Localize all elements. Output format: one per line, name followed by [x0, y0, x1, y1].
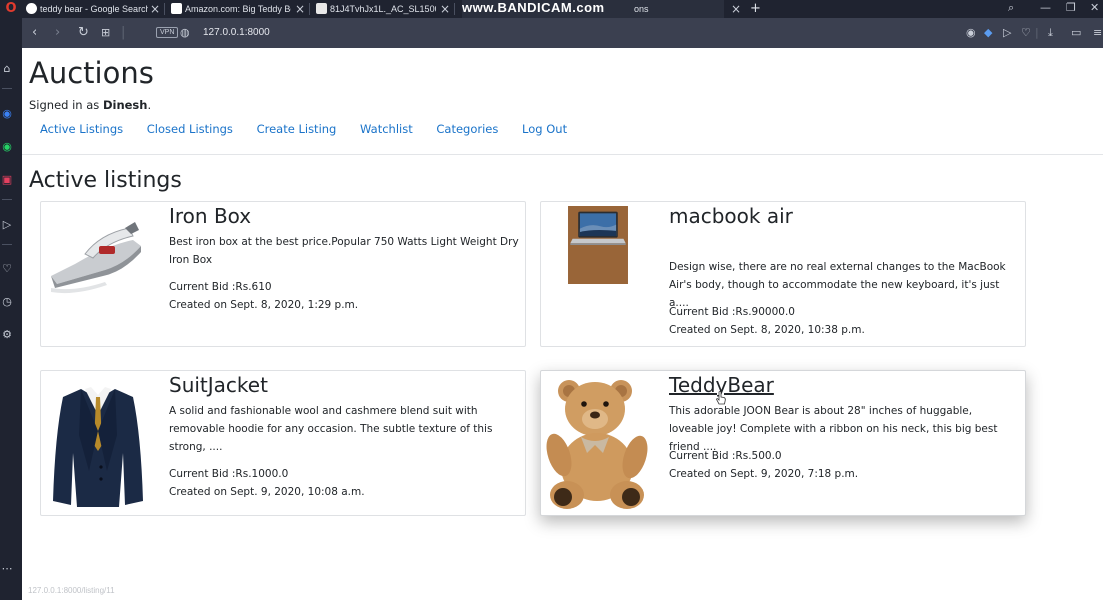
tab-separator [309, 3, 310, 15]
signed-in-text: Signed in as Dinesh. [29, 98, 152, 112]
settings-icon[interactable]: ⚙ [0, 328, 14, 342]
new-tab-icon[interactable]: + [750, 0, 761, 18]
back-icon[interactable]: ‹ [32, 18, 37, 48]
listing-card-teddy-bear[interactable]: TeddyBear This adorable JOON Bear is abo… [540, 370, 1026, 516]
page-title: Auctions [29, 56, 154, 90]
vpn-badge[interactable]: VPN [156, 27, 179, 38]
instagram-icon[interactable]: ▣ [0, 173, 14, 187]
download-icon[interactable]: ⤓ [1048, 18, 1053, 48]
listing-title[interactable]: macbook air [669, 204, 809, 229]
header-divider [22, 154, 1103, 155]
minimize-icon[interactable]: — [1040, 0, 1051, 16]
listing-card-suit-jacket[interactable]: SuitJacket A solid and fashionable wool … [40, 370, 526, 516]
nav-watchlist[interactable]: Watchlist [360, 122, 413, 136]
history-icon[interactable]: ◷ [0, 295, 14, 309]
battery-icon[interactable]: ▭ [1071, 18, 1081, 48]
heart-icon[interactable]: ♡ [1021, 18, 1031, 48]
whatsapp-icon[interactable]: ◉ [0, 140, 14, 154]
hand-cursor-icon [716, 391, 726, 405]
divider: | [121, 25, 126, 40]
current-bid: Current Bid :Rs.1000.0 [169, 468, 289, 480]
listing-description: Best iron box at the best price.Popular … [169, 236, 519, 266]
listing-card-iron-box[interactable]: Iron Box Best iron box at the best price… [40, 201, 526, 347]
image-favicon-icon [316, 3, 327, 15]
menu-icon[interactable]: ≡ [1093, 18, 1102, 48]
tab-google-search[interactable]: teddy bear - Google Search [26, 0, 148, 18]
close-icon[interactable]: × [150, 0, 160, 18]
listing-description: This adorable JOON Bear is about 28" inc… [669, 405, 998, 453]
close-window-icon[interactable]: ✕ [1090, 0, 1099, 16]
nav-closed-listings[interactable]: Closed Listings [147, 122, 233, 136]
sidebar-separator [2, 244, 12, 245]
current-bid: Current Bid :Rs.90000.0 [669, 306, 795, 318]
sidebar-separator [2, 199, 12, 200]
reload-icon[interactable]: ↻ [78, 18, 89, 48]
created-date: Created on Sept. 8, 2020, 1:29 p.m. [169, 299, 359, 311]
more-icon[interactable]: ⋯ [0, 562, 14, 576]
nav-create-listing[interactable]: Create Listing [257, 122, 337, 136]
section-title: Active listings [29, 168, 182, 193]
listing-description: Design wise, there are no real external … [669, 261, 1006, 309]
tab-amazon[interactable]: Amazon.com: Big Teddy Be [171, 0, 291, 18]
google-favicon-icon [26, 3, 37, 15]
sidebar-separator [2, 88, 12, 89]
address-bar: ‹ › ↻ ⊞ | VPN ◍ 127.0.0.1:8000 ◉ ◆ ▷ ♡ |… [22, 18, 1103, 48]
messenger-icon[interactable]: ◉ [0, 107, 14, 121]
bandicam-watermark: www.BANDICAM.com [462, 0, 605, 15]
url-field[interactable]: 127.0.0.1:8000 [203, 18, 270, 48]
forward-icon[interactable]: › [55, 18, 60, 48]
listing-card-macbook-air[interactable]: macbook air Design wise, there are no re… [540, 201, 1026, 347]
restore-icon[interactable]: ❐ [1066, 0, 1076, 16]
listing-title[interactable]: Iron Box [169, 204, 309, 229]
laptop-image [568, 206, 628, 284]
username: Dinesh [102, 98, 148, 112]
send-icon[interactable]: ▷ [1003, 18, 1011, 48]
divider: | [1035, 26, 1039, 39]
listing-title[interactable]: SuitJacket [169, 373, 309, 398]
iron-box-image [45, 206, 151, 344]
current-bid: Current Bid :Rs.610 [169, 281, 272, 293]
amazon-favicon-icon [171, 3, 182, 15]
camera-icon[interactable]: ◉ [966, 18, 976, 48]
status-bar-url: 127.0.0.1:8000/listing/11 [28, 586, 115, 595]
created-date: Created on Sept. 8, 2020, 10:38 p.m. [669, 324, 865, 336]
tab-image[interactable]: 81J4TvhJx1L._AC_SL1500_.jp [316, 0, 436, 18]
shield-icon[interactable]: ◆ [984, 18, 992, 48]
close-icon[interactable]: × [731, 0, 741, 18]
listing-description: A solid and fashionable wool and cashmer… [169, 405, 493, 453]
browser-tab-bar: O teddy bear - Google Search × Amazon.co… [0, 0, 1103, 18]
created-date: Created on Sept. 9, 2020, 10:08 a.m. [169, 486, 365, 498]
browser-sidebar: ⌂ ◉ ◉ ▣ ▷ ♡ ◷ ⚙ ⋯ [0, 18, 22, 600]
created-date: Created on Sept. 9, 2020, 7:18 p.m. [669, 468, 859, 480]
nav-categories[interactable]: Categories [436, 122, 498, 136]
close-icon[interactable]: × [295, 0, 305, 18]
web-page: Auctions Signed in as Dinesh. Active Lis… [22, 48, 1103, 600]
close-icon[interactable]: × [440, 0, 450, 18]
globe-icon: ◍ [180, 26, 190, 39]
teddy-bear-image [545, 375, 651, 513]
nav-links: Active Listings Closed Listings Create L… [40, 122, 587, 136]
suit-jacket-image [45, 375, 151, 513]
home-icon[interactable]: ⌂ [0, 62, 14, 76]
current-bid: Current Bid :Rs.500.0 [669, 450, 782, 462]
tabs-grid-icon[interactable]: ⊞ [101, 18, 110, 48]
tab-separator [164, 3, 165, 15]
heart-icon[interactable]: ♡ [0, 262, 14, 276]
tab-separator [454, 3, 455, 15]
listing-title-link[interactable]: TeddyBear [669, 373, 809, 398]
send-icon[interactable]: ▷ [0, 218, 14, 232]
opera-logo-icon[interactable]: O [0, 0, 22, 18]
nav-log-out[interactable]: Log Out [522, 122, 567, 136]
search-tabs-icon[interactable]: ⌕ [1008, 0, 1014, 16]
nav-active-listings[interactable]: Active Listings [40, 122, 123, 136]
